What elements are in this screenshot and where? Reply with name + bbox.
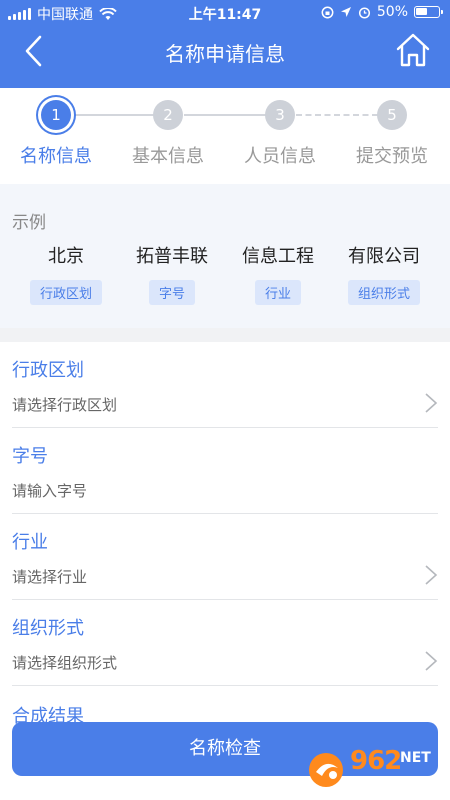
example-item: 信息工程 行业 [223,242,333,305]
example-tag: 行政区划 [29,280,102,305]
example-panel: 示例 北京 行政区划 拓普丰联 字号 信息工程 行业 有限公司 组织形式 [0,184,450,328]
page-title: 名称申请信息 [165,42,285,66]
battery-icon [414,6,443,18]
example-word: 拓普丰联 [136,246,208,267]
example-word: 北京 [48,246,84,267]
section-divider [0,328,450,342]
battery-percent: 50% [376,4,408,20]
industry-select[interactable]: 请选择行业 [12,566,87,587]
alarm-icon [358,6,370,19]
region-select[interactable]: 请选择行政区划 [12,394,117,415]
progress-steps: 1 2 3 5 名称信息 基本信息 人员信息 提交预览 [0,88,450,180]
step-3-indicator: 3 [265,100,295,130]
step-5-label: 提交预览 [356,146,428,167]
step-1-indicator: 1 [41,100,71,130]
industry-field[interactable]: 行业 请选择行业 [0,514,450,600]
org-form-label: 组织形式 [12,618,84,639]
step-2-indicator: 2 [153,100,183,130]
watermark-text: 乐游网 [376,777,418,793]
home-icon[interactable] [394,32,432,68]
step-connector [72,114,154,116]
step-5-indicator: 5 [377,100,407,130]
watermark-logo-icon [309,753,343,787]
rotation-lock-icon [321,6,334,18]
chevron-right-icon [425,393,438,413]
example-tag: 字号 [148,280,195,305]
step-1-label: 名称信息 [20,146,92,167]
org-form-field[interactable]: 组织形式 请选择组织形式 [0,600,450,686]
example-item: 有限公司 组织形式 [329,242,439,305]
region-label: 行政区划 [12,360,84,381]
trade-name-label: 字号 [12,446,48,467]
result-field: 合成结果 [0,686,450,727]
nav-bar: 名称申请信息 [0,26,450,88]
step-connector [184,114,266,116]
example-word: 有限公司 [348,246,420,267]
chevron-right-icon [425,651,438,671]
region-field[interactable]: 行政区划 请选择行政区划 [0,342,450,428]
trade-name-input[interactable]: 请输入字号 [12,480,87,501]
example-item: 北京 行政区划 [11,242,121,305]
example-label: 示例 [12,213,46,233]
step-3-label: 人员信息 [244,146,316,167]
step-2-label: 基本信息 [132,146,204,167]
watermark-net: NET [400,750,431,766]
header: 中国联通 上午11:47 50% 名称申请信息 [0,0,450,88]
example-tag: 组织形式 [347,280,420,305]
status-bar: 中国联通 上午11:47 50% [0,0,450,26]
industry-label: 行业 [12,532,48,553]
location-icon [340,7,351,17]
example-word: 信息工程 [242,246,314,267]
step-connector [296,114,378,116]
example-tag: 行业 [254,280,301,305]
org-form-select[interactable]: 请选择组织形式 [12,652,117,673]
example-item: 拓普丰联 字号 [117,242,227,305]
watermark: 962 NET 乐游网 [306,746,446,793]
watermark-number: 962 [350,746,402,776]
trade-name-field[interactable]: 字号 请输入字号 [0,428,450,514]
chevron-right-icon [425,565,438,585]
